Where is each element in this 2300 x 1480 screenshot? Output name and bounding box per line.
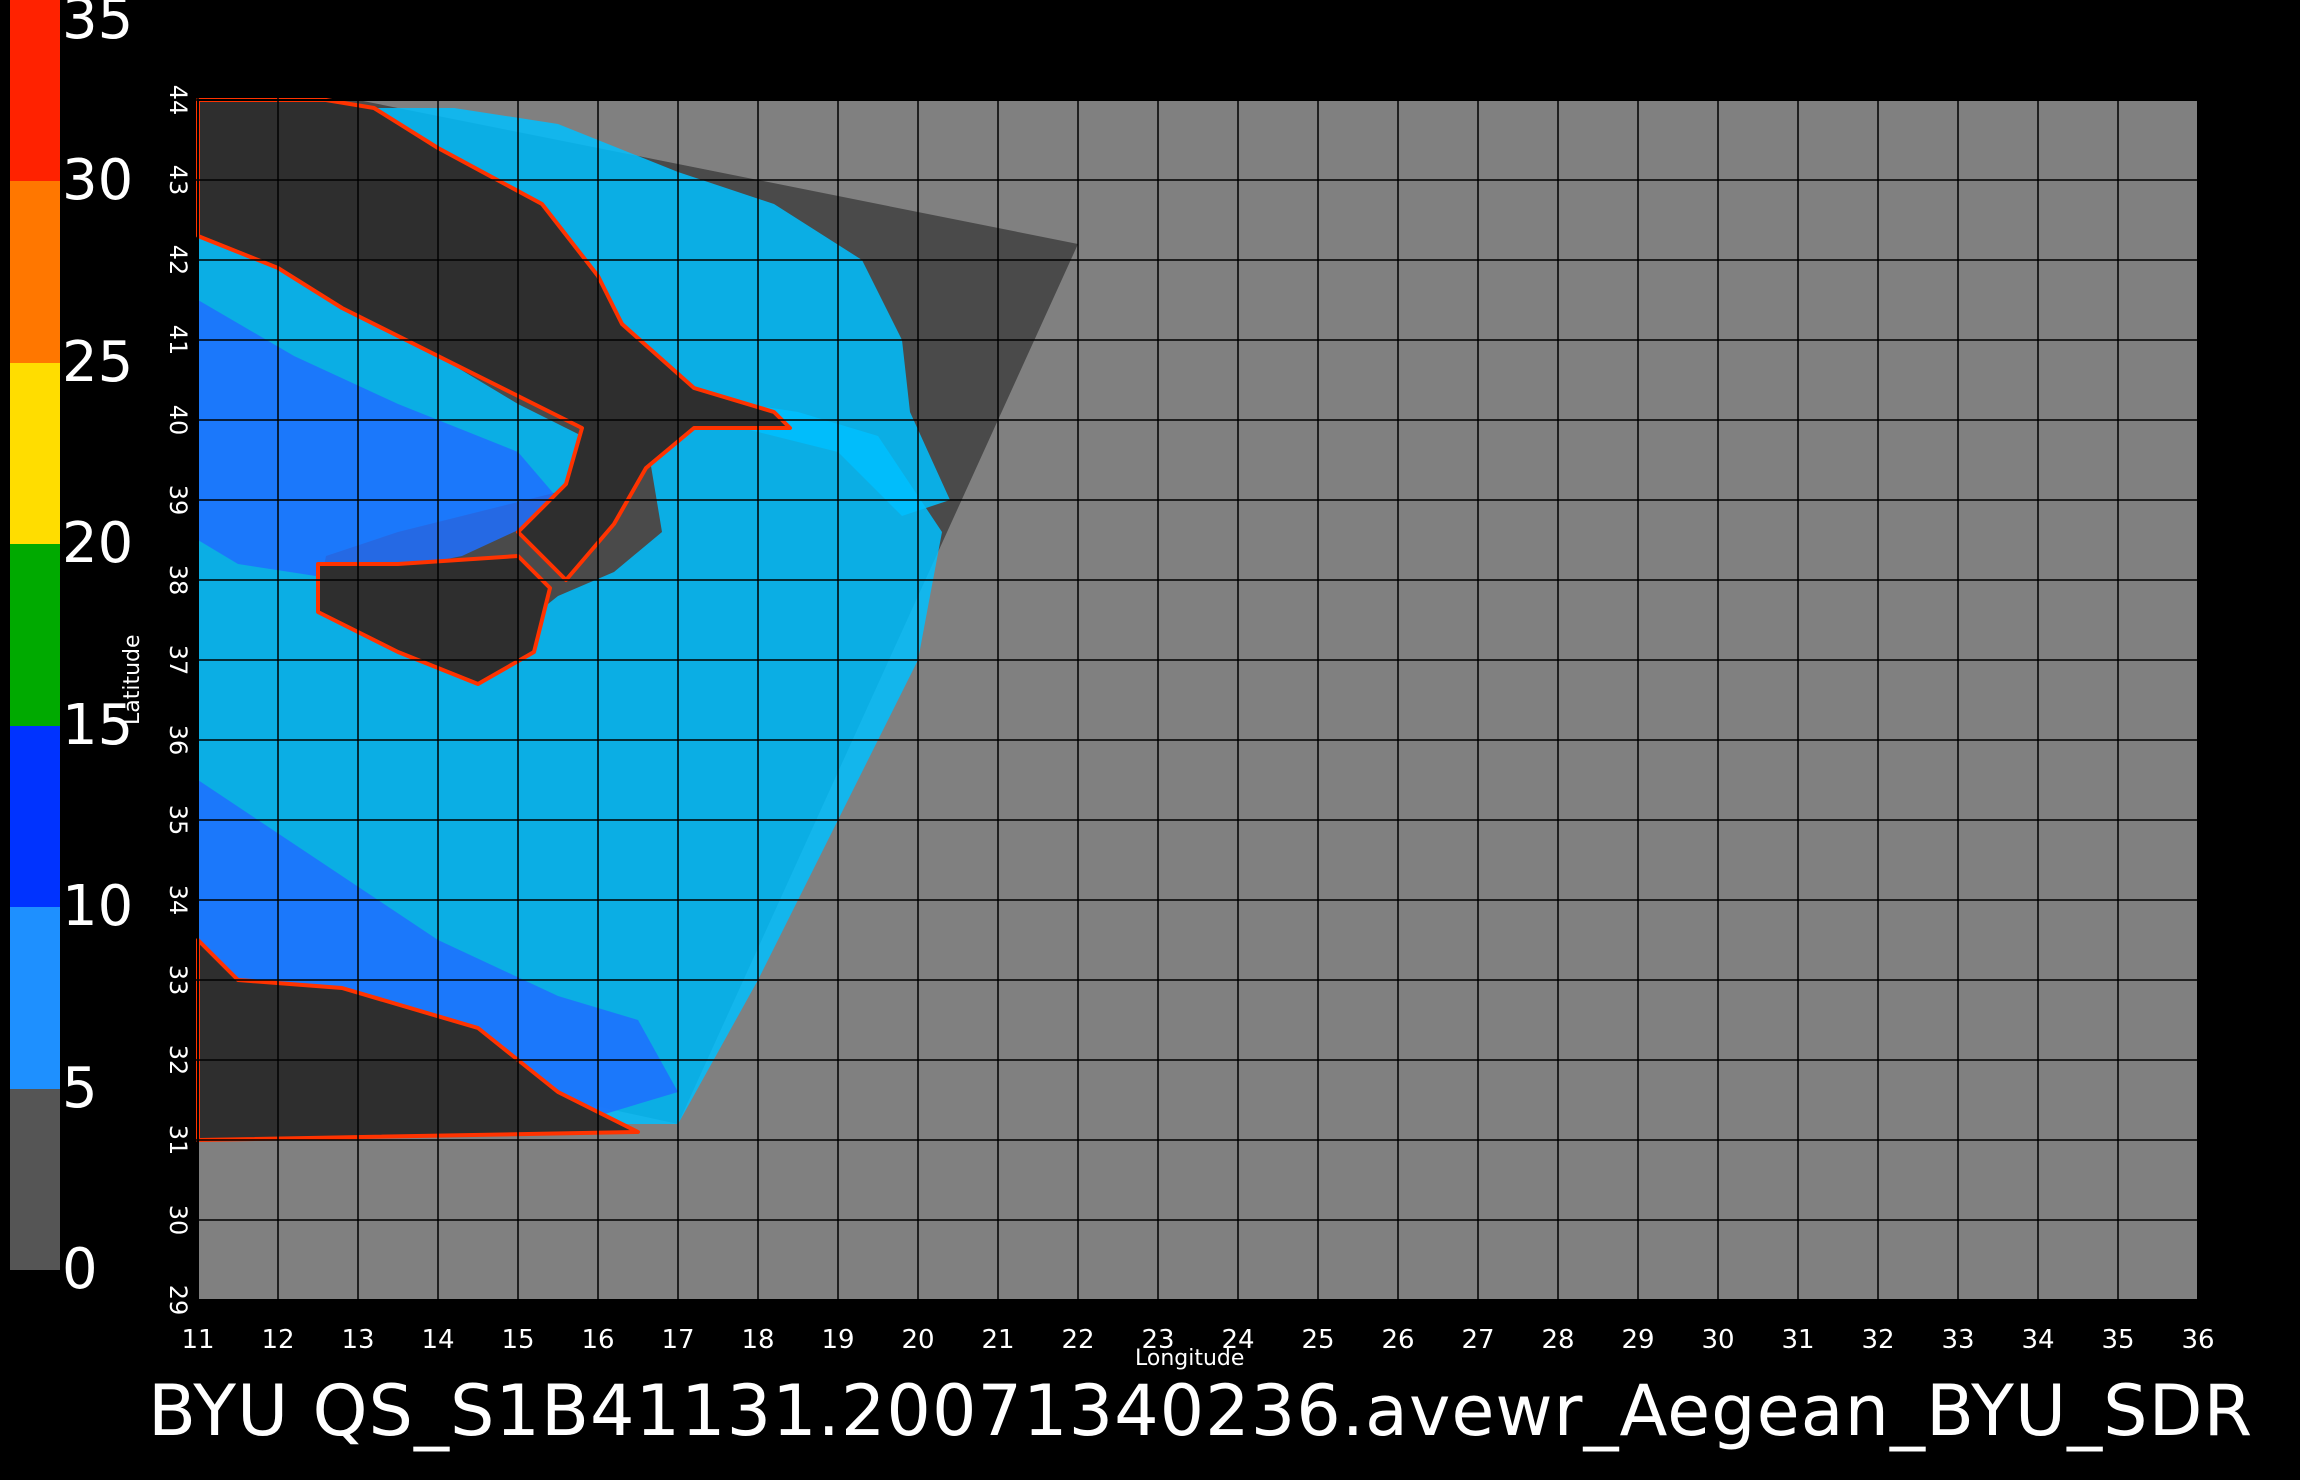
latitude-tick-label: 41 <box>164 325 192 356</box>
product-title: BYU QS_S1B41131.20071340236.avewr_Aegean… <box>148 1370 2254 1452</box>
longitude-tick-label: 26 <box>1381 1325 1414 1355</box>
longitude-tick-label: 25 <box>1301 1325 1334 1355</box>
longitude-tick-label: 13 <box>341 1325 374 1355</box>
longitude-tick-label: 11 <box>181 1325 214 1355</box>
longitude-tick-label: 15 <box>501 1325 534 1355</box>
longitude-tick-label: 36 <box>2181 1325 2214 1355</box>
longitude-tick-label: 12 <box>261 1325 294 1355</box>
latitude-tick-label: 36 <box>164 725 192 756</box>
longitude-axis-label: Longitude <box>1135 1346 1245 1371</box>
wind-map: 11 12 13 14 15 16 17 18 19 20 21 22 23 24 25 26 27 28 29 30… <box>164 70 2228 1355</box>
latitude-tick-label: 29 <box>164 1285 192 1316</box>
longitude-tick-label: 21 <box>981 1325 1014 1355</box>
longitude-tick-label: 31 <box>1781 1325 1814 1355</box>
latitude-tick-label: 35 <box>164 805 192 836</box>
latitude-tick-label: 44 <box>164 85 192 116</box>
longitude-tick-label: 30 <box>1701 1325 1734 1355</box>
latitude-tick-label: 39 <box>164 485 192 516</box>
latitude-tick-label: 33 <box>164 965 192 996</box>
longitude-tick-label: 29 <box>1621 1325 1654 1355</box>
latitude-tick-label: 42 <box>164 245 192 276</box>
longitude-tick-label: 34 <box>2021 1325 2054 1355</box>
longitude-tick-label: 17 <box>661 1325 694 1355</box>
longitude-tick-label: 27 <box>1461 1325 1494 1355</box>
latitude-tick-label: 37 <box>164 645 192 676</box>
longitude-tick-label: 18 <box>741 1325 774 1355</box>
latitude-tick-label: 40 <box>164 405 192 436</box>
latitude-tick-label: 31 <box>164 1125 192 1156</box>
latitude-tick-label: 30 <box>164 1205 192 1236</box>
longitude-tick-label: 22 <box>1061 1325 1094 1355</box>
latitude-tick-label: 32 <box>164 1045 192 1076</box>
latitude-axis-label: Latitude <box>120 634 145 725</box>
latitude-tick-label: 43 <box>164 165 192 196</box>
longitude-tick-label: 28 <box>1541 1325 1574 1355</box>
longitude-tick-label: 14 <box>421 1325 454 1355</box>
latitude-tick-label: 34 <box>164 885 192 916</box>
longitude-tick-label: 32 <box>1861 1325 1894 1355</box>
longitude-tick-label: 16 <box>581 1325 614 1355</box>
latitude-tick-label: 38 <box>164 565 192 596</box>
longitude-tick-label: 20 <box>901 1325 934 1355</box>
longitude-tick-label: 33 <box>1941 1325 1974 1355</box>
longitude-tick-label: 35 <box>2101 1325 2134 1355</box>
longitude-tick-label: 19 <box>821 1325 854 1355</box>
